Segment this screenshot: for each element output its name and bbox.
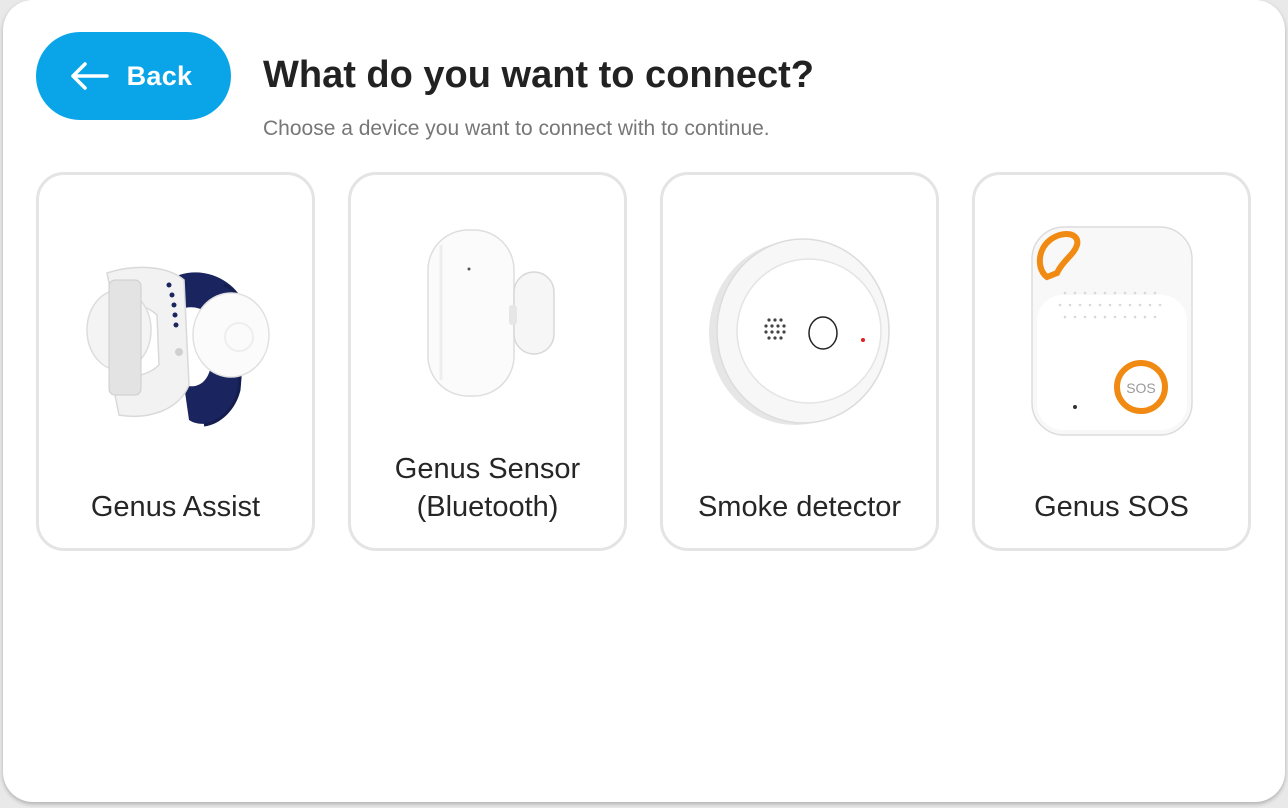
back-button[interactable]: Back <box>36 32 231 120</box>
page-subtitle: Choose a device you want to connect with… <box>263 117 770 140</box>
arrow-left-icon <box>70 62 109 90</box>
device-card-label: Smoke detector <box>697 491 902 523</box>
device-card-label: Genus SOS <box>1034 491 1189 523</box>
device-card-label: Genus Assist <box>90 491 261 523</box>
device-card-list: Genus Assist Genus Sensor (Bluetooth) Sm… <box>36 172 1251 551</box>
app-window: Back What do you want to connect? Choose… <box>3 0 1285 802</box>
page-title: What do you want to connect? <box>263 54 814 96</box>
device-card-genus-assist[interactable]: Genus Assist <box>36 172 315 551</box>
device-card-genus-sos[interactable]: SOS Genus SOS <box>972 172 1251 551</box>
door-sensor-image <box>427 229 555 397</box>
sos-label: SOS <box>1126 380 1156 396</box>
back-button-label: Back <box>126 60 193 91</box>
wristband-device-image <box>86 266 270 427</box>
smoke-detector-image <box>709 238 890 425</box>
device-card-label: Genus Sensor (Bluetooth) <box>394 453 581 523</box>
sos-button-image: SOS <box>1031 226 1193 436</box>
device-card-smoke-detector[interactable]: Smoke detector <box>660 172 939 551</box>
device-card-genus-sensor[interactable]: Genus Sensor (Bluetooth) <box>348 172 627 551</box>
